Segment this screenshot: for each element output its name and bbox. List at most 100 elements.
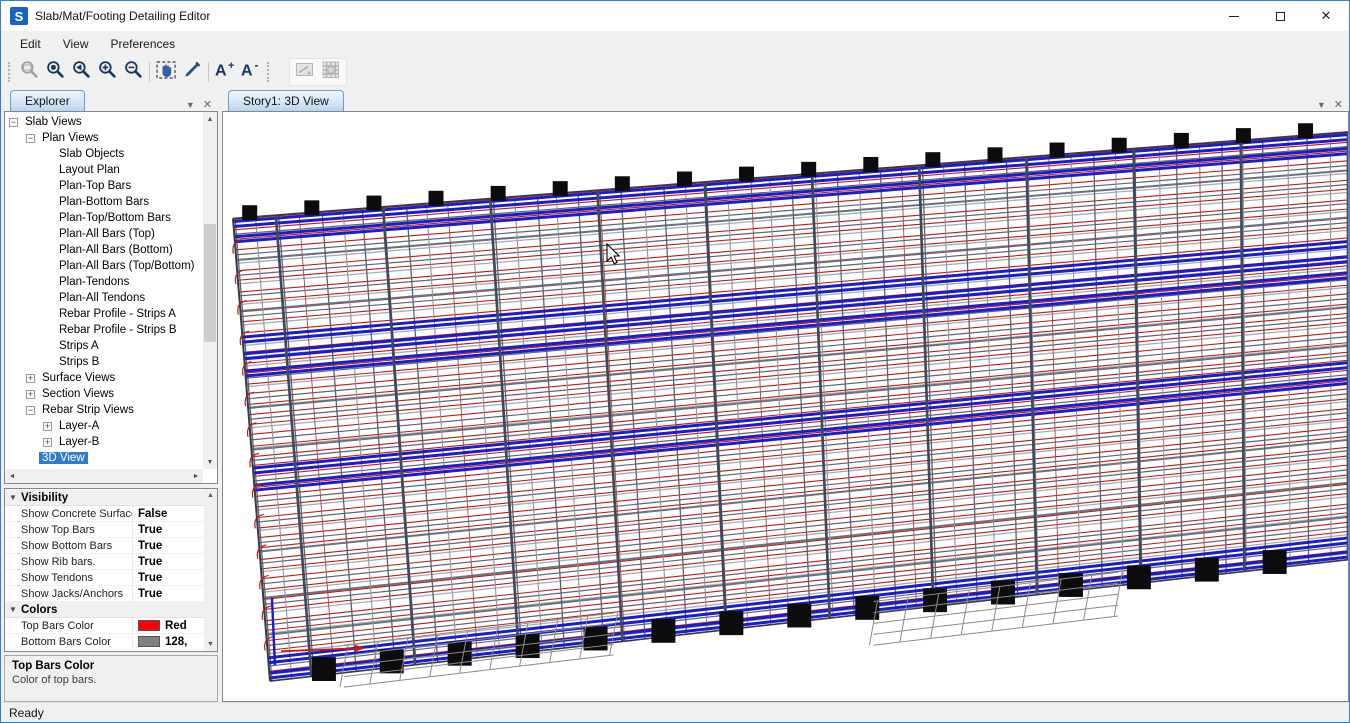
property-row-show-rib-bars-[interactable]: Show Rib bars. True [5, 554, 204, 570]
font-decrease-button[interactable]: A- [238, 59, 264, 85]
menu-edit[interactable]: Edit [9, 33, 52, 55]
tree-item-plan-all-tendons[interactable]: Plan-All Tendons [5, 290, 202, 306]
property-value-wrap: Red [133, 620, 204, 632]
scroll-down-icon[interactable]: ▼ [203, 455, 217, 469]
tree-expander-icon[interactable]: + [43, 422, 52, 431]
scroll-up-icon[interactable]: ▲ [203, 112, 217, 126]
tree-expander-icon[interactable]: + [26, 374, 35, 383]
property-label: Show Concrete Surfaces [5, 506, 133, 521]
property-description-text: Color of top bars. [12, 674, 210, 686]
main-view: Story1: 3D View ▼ ✕ [222, 88, 1349, 702]
minimize-icon [1229, 16, 1239, 17]
property-value[interactable]: True [138, 540, 162, 552]
font-increase-icon: A+ [213, 59, 237, 85]
pen-button[interactable] [179, 59, 205, 85]
menu-preferences[interactable]: Preferences [99, 33, 186, 55]
property-value[interactable]: Red [165, 620, 187, 632]
close-button[interactable]: ✕ [1303, 1, 1349, 31]
zoom-in-button[interactable] [94, 59, 120, 85]
tree-item-rebar-profile-strips-a[interactable]: Rebar Profile - Strips A [5, 306, 202, 322]
3d-view-canvas[interactable] [222, 111, 1349, 702]
property-scrollbar[interactable]: ▲ ▼ [204, 489, 217, 651]
tree-item-plan-top-bars[interactable]: Plan-Top Bars [5, 178, 202, 194]
zoom-previous-icon [71, 59, 92, 85]
minimize-button[interactable] [1211, 1, 1257, 31]
toolbar-grip[interactable] [267, 62, 272, 82]
tree-item-surface-views[interactable]: + Surface Views [5, 370, 202, 386]
property-value-wrap: True [133, 572, 204, 584]
tree-item-plan-all-bars-bottom-[interactable]: Plan-All Bars (Bottom) [5, 242, 202, 258]
chevron-down-icon[interactable]: ▼ [5, 605, 21, 614]
tab-story1-3d-view[interactable]: Story1: 3D View [228, 90, 344, 111]
tree-item-plan-all-bars-top-bottom-[interactable]: Plan-All Bars (Top/Bottom) [5, 258, 202, 274]
tree-item-layer-b[interactable]: + Layer-B [5, 434, 202, 450]
tree-item-plan-top-bottom-bars[interactable]: Plan-Top/Bottom Bars [5, 210, 202, 226]
property-row-top-bars-color[interactable]: Top Bars Color Red [5, 618, 204, 634]
tree-item-rebar-profile-strips-b[interactable]: Rebar Profile - Strips B [5, 322, 202, 338]
tree-item-3d-view[interactable]: 3D View [5, 450, 202, 466]
tab-explorer[interactable]: Explorer [10, 90, 85, 111]
tree-scroll-thumb[interactable] [204, 224, 216, 342]
tree-expander-icon[interactable]: − [9, 118, 18, 127]
zoom-previous-button[interactable] [68, 59, 94, 85]
tree-item-label: 3D View [39, 452, 88, 464]
scroll-down-icon[interactable]: ▼ [204, 638, 217, 651]
zoom-out-button[interactable] [120, 59, 146, 85]
tree-item-slab-objects[interactable]: Slab Objects [5, 146, 202, 162]
scroll-right-icon[interactable]: ► [189, 473, 203, 480]
scroll-up-icon[interactable]: ▲ [204, 489, 217, 502]
property-value[interactable]: 128, [165, 636, 187, 648]
property-section-title: Colors [21, 604, 57, 616]
tree-horizontal-scrollbar[interactable]: ◄ ► [5, 469, 203, 483]
property-label: Bottom Bars Color [5, 634, 133, 649]
tree-item-label: Plan-All Bars (Top) [56, 228, 158, 240]
toolbar-disabled-group [289, 58, 347, 86]
tree-expander-icon[interactable]: − [26, 134, 35, 143]
property-value[interactable]: True [138, 556, 162, 568]
tree-item-plan-views[interactable]: − Plan Views [5, 130, 202, 146]
property-row-show-jacks-anchors[interactable]: Show Jacks/Anchors True [5, 586, 204, 602]
tree-item-plan-tendons[interactable]: Plan-Tendons [5, 274, 202, 290]
property-row-show-tendons[interactable]: Show Tendons True [5, 570, 204, 586]
maximize-button[interactable] [1257, 1, 1303, 31]
tree-item-section-views[interactable]: + Section Views [5, 386, 202, 402]
property-value[interactable]: False [138, 508, 167, 520]
tree-expander-icon[interactable]: + [43, 438, 52, 447]
scroll-left-icon[interactable]: ◄ [5, 473, 19, 480]
tree-item-rebar-strip-views[interactable]: − Rebar Strip Views [5, 402, 202, 418]
chevron-down-icon[interactable]: ▼ [5, 493, 21, 502]
tree-item-label: Rebar Profile - Strips B [56, 324, 180, 336]
main-tab-close-icon[interactable]: ✕ [1334, 98, 1343, 111]
tree-item-layer-a[interactable]: + Layer-A [5, 418, 202, 434]
property-row-show-bottom-bars[interactable]: Show Bottom Bars True [5, 538, 204, 554]
tree-item-plan-bottom-bars[interactable]: Plan-Bottom Bars [5, 194, 202, 210]
explorer-tab-menu-icon[interactable]: ▼ [186, 100, 195, 110]
tree-expander-icon[interactable]: − [26, 406, 35, 415]
property-section-colors[interactable]: ▼ Colors [5, 602, 204, 618]
tree-item-layout-plan[interactable]: Layout Plan [5, 162, 202, 178]
toolbar-grip[interactable] [8, 62, 13, 82]
zoom-window-icon [19, 59, 40, 85]
tree-item-strips-b[interactable]: Strips B [5, 354, 202, 370]
pan-button[interactable] [153, 59, 179, 85]
zoom-extents-button[interactable] [42, 59, 68, 85]
property-row-show-top-bars[interactable]: Show Top Bars True [5, 522, 204, 538]
property-value[interactable]: True [138, 524, 162, 536]
property-value[interactable]: True [138, 588, 162, 600]
property-row-show-concrete-surfaces[interactable]: Show Concrete Surfaces False [5, 506, 204, 522]
tree-item-label: Plan-Top/Bottom Bars [56, 212, 174, 224]
property-value[interactable]: True [138, 572, 162, 584]
tree-item-slab-views[interactable]: − Slab Views [5, 114, 202, 130]
explorer-tab-close-icon[interactable]: ✕ [203, 98, 212, 111]
property-label: Show Bottom Bars [5, 538, 133, 553]
property-section-visibility[interactable]: ▼ Visibility [5, 490, 204, 506]
tree-item-strips-a[interactable]: Strips A [5, 338, 202, 354]
tree-vertical-scrollbar[interactable]: ▲ ▼ [203, 112, 217, 469]
main-tab-menu-icon[interactable]: ▼ [1317, 100, 1326, 110]
property-row-bottom-bars-color[interactable]: Bottom Bars Color 128, [5, 634, 204, 650]
tree-expander-icon[interactable]: + [26, 390, 35, 399]
menu-view[interactable]: View [52, 33, 100, 55]
font-increase-button[interactable]: A+ [212, 59, 238, 85]
dimension-display-icon [294, 59, 316, 85]
tree-item-plan-all-bars-top-[interactable]: Plan-All Bars (Top) [5, 226, 202, 242]
